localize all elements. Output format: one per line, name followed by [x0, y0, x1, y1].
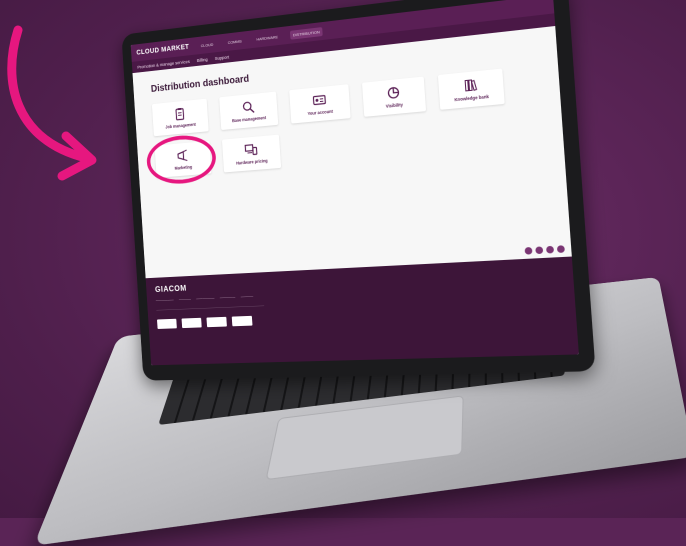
- subnav-billing[interactable]: Billing: [197, 57, 208, 63]
- tile-base-management[interactable]: Base management: [219, 92, 278, 131]
- subnav-support[interactable]: Support: [215, 54, 230, 60]
- social-icon[interactable]: [535, 246, 543, 254]
- pointer-arrow: [0, 0, 130, 190]
- tile-label: Base management: [232, 115, 266, 123]
- tile-label: Hardware pricing: [236, 158, 268, 165]
- tile-your-account[interactable]: Your account: [289, 84, 351, 123]
- pie-chart-icon: [386, 85, 401, 101]
- laptop-lid: CLOUD MARKET CLOUD COMMS HARDWARE DISTRI…: [121, 0, 595, 381]
- footer-link[interactable]: ——————: [196, 296, 214, 301]
- nav-comms[interactable]: COMMS: [225, 36, 245, 47]
- social-icon[interactable]: [557, 245, 565, 253]
- footer-link[interactable]: ————: [179, 297, 191, 301]
- nav-hardware[interactable]: HARDWARE: [253, 32, 281, 44]
- books-icon: [463, 77, 479, 93]
- magnifier-icon: [241, 100, 255, 115]
- nav-cloud[interactable]: CLOUD: [198, 39, 217, 50]
- certification-badge: [182, 318, 202, 328]
- tile-label: Visibility: [386, 102, 403, 109]
- tile-knowledge-bank[interactable]: Knowledge bank: [438, 69, 505, 110]
- clipboard-icon: [173, 107, 186, 122]
- tile-job-management[interactable]: Job management: [152, 99, 209, 137]
- certification-badge: [232, 316, 253, 326]
- highlight-circle: [145, 133, 217, 186]
- tile-label: Knowledge bank: [454, 94, 489, 102]
- social-icon[interactable]: [546, 246, 554, 254]
- footer-link[interactable]: —————: [220, 295, 236, 300]
- devices-icon: [244, 142, 258, 157]
- footer-link[interactable]: ————: [241, 294, 254, 298]
- id-card-icon: [312, 92, 326, 107]
- tile-marketing[interactable]: Marketing: [155, 141, 212, 178]
- tile-label: Job management: [165, 122, 196, 130]
- certification-badge: [206, 317, 226, 327]
- nav-distribution[interactable]: DISTRIBUTION: [290, 27, 323, 40]
- footer-link[interactable]: ——————: [156, 298, 174, 303]
- certification-badge: [157, 319, 177, 329]
- tile-label: Your account: [307, 109, 333, 116]
- brand-logo[interactable]: CLOUD MARKET: [136, 43, 189, 56]
- tile-hardware-pricing[interactable]: Hardware pricing: [222, 135, 281, 173]
- social-icon[interactable]: [525, 247, 533, 255]
- tile-visibility[interactable]: Visibility: [362, 77, 426, 117]
- social-links: [525, 245, 565, 254]
- laptop-screen: CLOUD MARKET CLOUD COMMS HARDWARE DISTRI…: [131, 0, 579, 365]
